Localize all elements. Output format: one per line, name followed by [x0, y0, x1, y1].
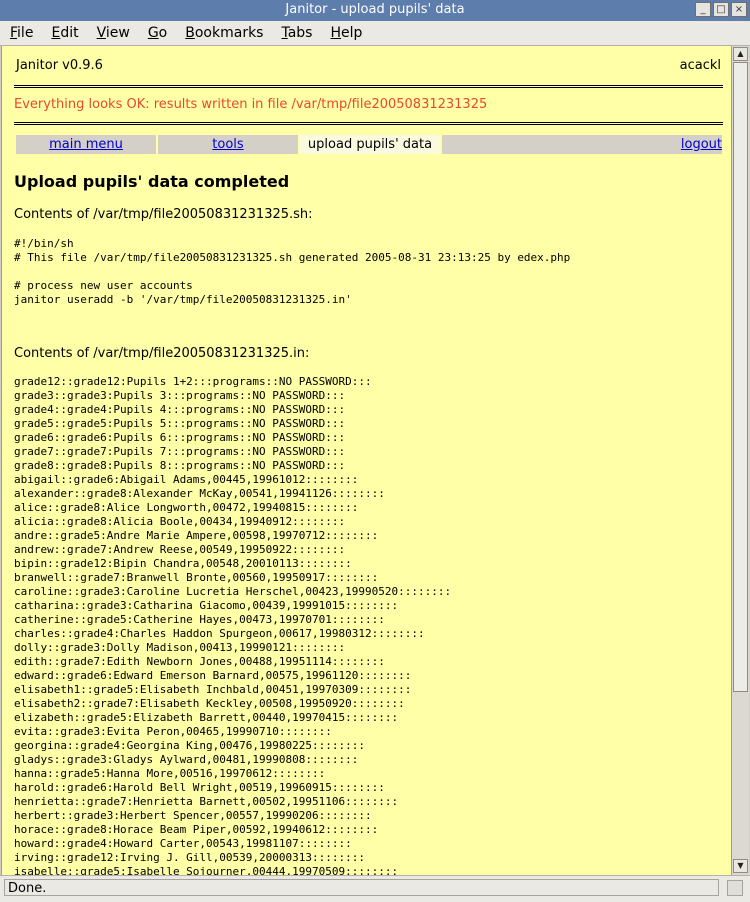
username: acackl: [679, 58, 721, 73]
close-button[interactable]: ×: [731, 2, 747, 17]
in-contents: grade12::grade12:Pupils 1+2:::programs::…: [14, 375, 452, 875]
nav-logout-cell: logout: [442, 135, 722, 154]
nav-current-page: upload pupils' data: [300, 135, 440, 154]
minimize-button[interactable]: _: [695, 2, 711, 17]
statusbar: Done.: [0, 875, 750, 902]
nav-tools-cell: tools: [158, 135, 298, 154]
window-title: Janitor - upload pupils' data: [285, 2, 465, 17]
in-contents-label: Contents of /var/tmp/file20050831231325.…: [14, 346, 310, 361]
status-message: Everything looks OK: results written in …: [14, 97, 488, 112]
menu-file[interactable]: File: [10, 25, 33, 41]
menu-tabs[interactable]: Tabs: [281, 25, 312, 41]
scroll-down-icon[interactable]: ▼: [733, 859, 748, 873]
vertical-scrollbar[interactable]: ▲ ▼: [731, 46, 749, 875]
logout-link[interactable]: logout: [681, 137, 722, 152]
window-titlebar[interactable]: Janitor - upload pupils' data _ □ ×: [0, 0, 750, 22]
sh-contents: #!/bin/sh # This file /var/tmp/file20050…: [14, 237, 571, 306]
tools-link[interactable]: tools: [212, 137, 243, 152]
scroll-up-icon[interactable]: ▲: [733, 47, 748, 61]
menubar: File Edit View Go Bookmarks Tabs Help: [0, 21, 750, 46]
menu-view[interactable]: View: [97, 25, 130, 41]
menu-help[interactable]: Help: [330, 25, 362, 41]
menu-go[interactable]: Go: [148, 25, 167, 41]
maximize-button[interactable]: □: [713, 2, 729, 17]
security-icon: [727, 880, 743, 896]
divider: [14, 122, 723, 125]
menu-bookmarks[interactable]: Bookmarks: [185, 25, 263, 41]
page-title: Upload pupils' data completed: [14, 172, 290, 191]
nav-main-menu-cell: main menu: [16, 135, 156, 154]
app-version: Janitor v0.9.6: [16, 58, 103, 73]
status-text: Done.: [4, 879, 719, 896]
page-content: Janitor v0.9.6 acackl Everything looks O…: [1, 46, 732, 875]
nav-bar: main menu tools upload pupils' data logo…: [16, 135, 722, 154]
menu-edit[interactable]: Edit: [51, 25, 78, 41]
divider: [14, 85, 723, 88]
sh-contents-label: Contents of /var/tmp/file20050831231325.…: [14, 207, 313, 222]
scrollbar-thumb[interactable]: [733, 62, 748, 692]
main-menu-link[interactable]: main menu: [49, 137, 123, 152]
